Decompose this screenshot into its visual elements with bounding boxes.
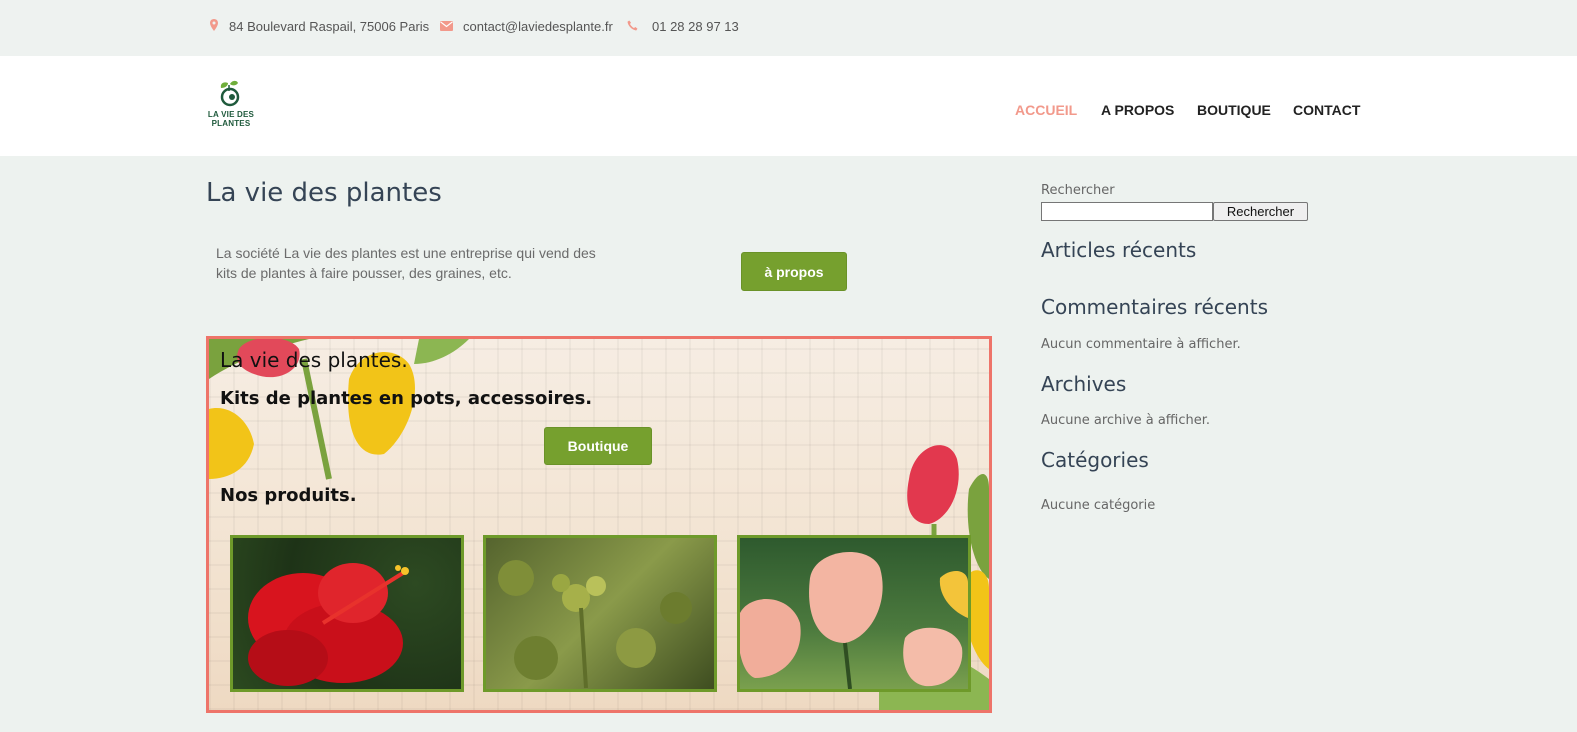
site-logo[interactable]: LA VIE DES PLANTES [206,80,256,132]
pink-tulips-image [740,551,968,689]
hero-title: La vie des plantes. [220,348,408,372]
search-input[interactable] [1041,202,1213,221]
page-title: La vie des plantes [206,178,442,208]
product-thumb-hibiscus[interactable] [230,535,464,692]
recent-comments-heading: Commentaires récents [1041,295,1268,319]
email-info: contact@laviedesplante.fr [440,19,613,34]
nav-a-propos[interactable]: A PROPOS [1101,102,1174,118]
sprout-logo-icon [220,80,240,107]
site-header: LA VIE DES PLANTES ACCUEIL A PROPOS BOUT… [0,56,1577,156]
address-info: 84 Boulevard Raspail, 75006 Paris [209,19,429,34]
product-thumb-ivy-flower[interactable] [483,535,717,692]
email-link[interactable]: contact@laviedesplante.fr [463,19,613,34]
ivy-flower-image [498,560,692,689]
recent-posts-heading: Articles récents [1041,238,1197,262]
boutique-button[interactable]: Boutique [544,427,652,465]
logo-text-line2: PLANTES [211,119,251,128]
logo-text-line1: LA VIE DES [207,110,255,119]
search-label: Rechercher [1041,183,1115,198]
archives-heading: Archives [1041,372,1127,396]
envelope-icon [440,19,453,34]
categories-heading: Catégories [1041,448,1149,472]
hibiscus-image [248,563,409,686]
phone-icon [627,19,638,34]
about-button[interactable]: à propos [741,252,847,291]
search-button[interactable]: Rechercher [1213,202,1308,221]
hero-subtitle: Kits de plantes en pots, accessoires. [220,388,593,409]
top-bar: 84 Boulevard Raspail, 75006 Paris contac… [0,0,1577,56]
nav-accueil[interactable]: ACCUEIL [1015,102,1077,118]
phone-info: 01 28 28 97 13 [627,19,739,34]
hero-banner: La vie des plantes. Kits de plantes en p… [206,336,992,713]
map-pin-icon [209,19,219,34]
no-archives-text: Aucune archive à afficher. [1041,413,1211,428]
products-heading: Nos produits. [220,485,357,506]
nav-contact[interactable]: CONTACT [1293,102,1360,118]
nav-boutique[interactable]: BOUTIQUE [1197,102,1271,118]
no-categories-text: Aucune catégorie [1041,498,1156,513]
phone-text: 01 28 28 97 13 [652,19,739,34]
product-thumb-tulips[interactable] [737,535,971,692]
address-text: 84 Boulevard Raspail, 75006 Paris [229,19,430,34]
no-comments-text: Aucun commentaire à afficher. [1041,337,1241,352]
intro-text: La société La vie des plantes est une en… [216,245,596,281]
